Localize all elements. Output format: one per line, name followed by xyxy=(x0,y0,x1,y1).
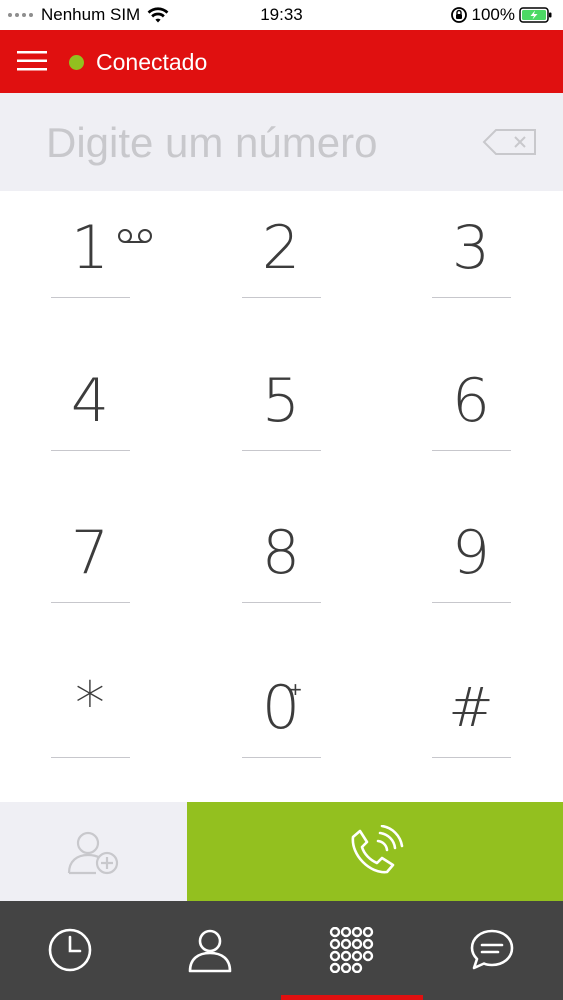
key-underline xyxy=(432,450,511,451)
key-9[interactable]: 9 xyxy=(411,496,531,606)
add-contact-button[interactable] xyxy=(0,802,187,901)
key-underline xyxy=(51,297,130,298)
key-5[interactable]: 5 xyxy=(221,344,341,454)
key-hash[interactable]: # xyxy=(411,651,531,761)
key-underline xyxy=(242,602,321,603)
key-1[interactable]: 1 xyxy=(30,191,152,301)
key-digit: 1 xyxy=(70,213,110,283)
key-underline xyxy=(242,297,321,298)
person-icon xyxy=(188,929,232,973)
connection-status-dot xyxy=(69,55,84,70)
dial-keypad: 1 2 3 4 5 6 7 8 9 * 0 + # xyxy=(0,191,563,802)
signal-icon xyxy=(8,13,33,17)
clock-icon xyxy=(48,928,92,972)
key-digit: 6 xyxy=(451,366,491,436)
key-4[interactable]: 4 xyxy=(30,344,150,454)
key-digit: 0 xyxy=(261,673,301,743)
connection-status-label: Conectado xyxy=(96,49,208,75)
key-digit: 5 xyxy=(261,366,301,436)
key-star[interactable]: * xyxy=(30,651,150,761)
number-entry-area xyxy=(0,93,563,191)
menu-icon[interactable] xyxy=(17,48,47,74)
app-header: Conectado xyxy=(0,30,563,93)
key-digit: 7 xyxy=(70,518,110,588)
phone-call-icon xyxy=(351,825,404,874)
phone-number-input[interactable] xyxy=(46,113,466,173)
key-underline xyxy=(432,602,511,603)
active-tab-indicator xyxy=(281,995,423,1000)
tab-contacts[interactable] xyxy=(140,901,280,1000)
carrier-label: Nenhum SIM xyxy=(41,5,141,24)
key-digit: 3 xyxy=(451,213,491,283)
backspace-icon[interactable] xyxy=(482,127,538,157)
rotation-lock-icon xyxy=(450,7,467,23)
key-digit: 9 xyxy=(451,518,491,588)
key-digit: 8 xyxy=(261,518,301,588)
key-digit: 2 xyxy=(261,213,301,283)
battery-percent: 100% xyxy=(471,5,515,24)
key-2[interactable]: 2 xyxy=(221,191,341,301)
key-underline xyxy=(242,757,321,758)
key-underline xyxy=(432,297,511,298)
chat-icon xyxy=(470,929,514,970)
tab-keypad[interactable] xyxy=(281,901,423,1000)
key-3[interactable]: 3 xyxy=(411,191,531,301)
voicemail-icon xyxy=(118,229,152,243)
add-contact-icon xyxy=(67,831,119,875)
status-bar: Nenhum SIM 19:33 100% xyxy=(0,0,563,30)
bottom-tab-bar xyxy=(0,901,563,1000)
keypad-icon xyxy=(329,927,374,973)
key-underline xyxy=(242,450,321,451)
key-digit: # xyxy=(448,676,494,739)
key-underline xyxy=(51,450,130,451)
tab-messages[interactable] xyxy=(422,901,562,1000)
call-button[interactable] xyxy=(187,802,563,901)
key-plus-label: + xyxy=(289,677,302,702)
key-0[interactable]: 0 + xyxy=(221,651,341,761)
tab-history[interactable] xyxy=(0,901,140,1000)
key-underline xyxy=(51,602,130,603)
key-underline xyxy=(51,757,130,758)
key-digit: 4 xyxy=(70,366,110,436)
status-right: 100% xyxy=(450,5,553,25)
key-underline xyxy=(432,757,511,758)
key-digit: * xyxy=(75,669,105,739)
key-6[interactable]: 6 xyxy=(411,344,531,454)
key-8[interactable]: 8 xyxy=(221,496,341,606)
key-7[interactable]: 7 xyxy=(30,496,150,606)
status-left: Nenhum SIM xyxy=(8,5,170,25)
battery-icon xyxy=(519,7,552,23)
wifi-icon xyxy=(147,7,169,23)
action-row xyxy=(0,802,563,901)
